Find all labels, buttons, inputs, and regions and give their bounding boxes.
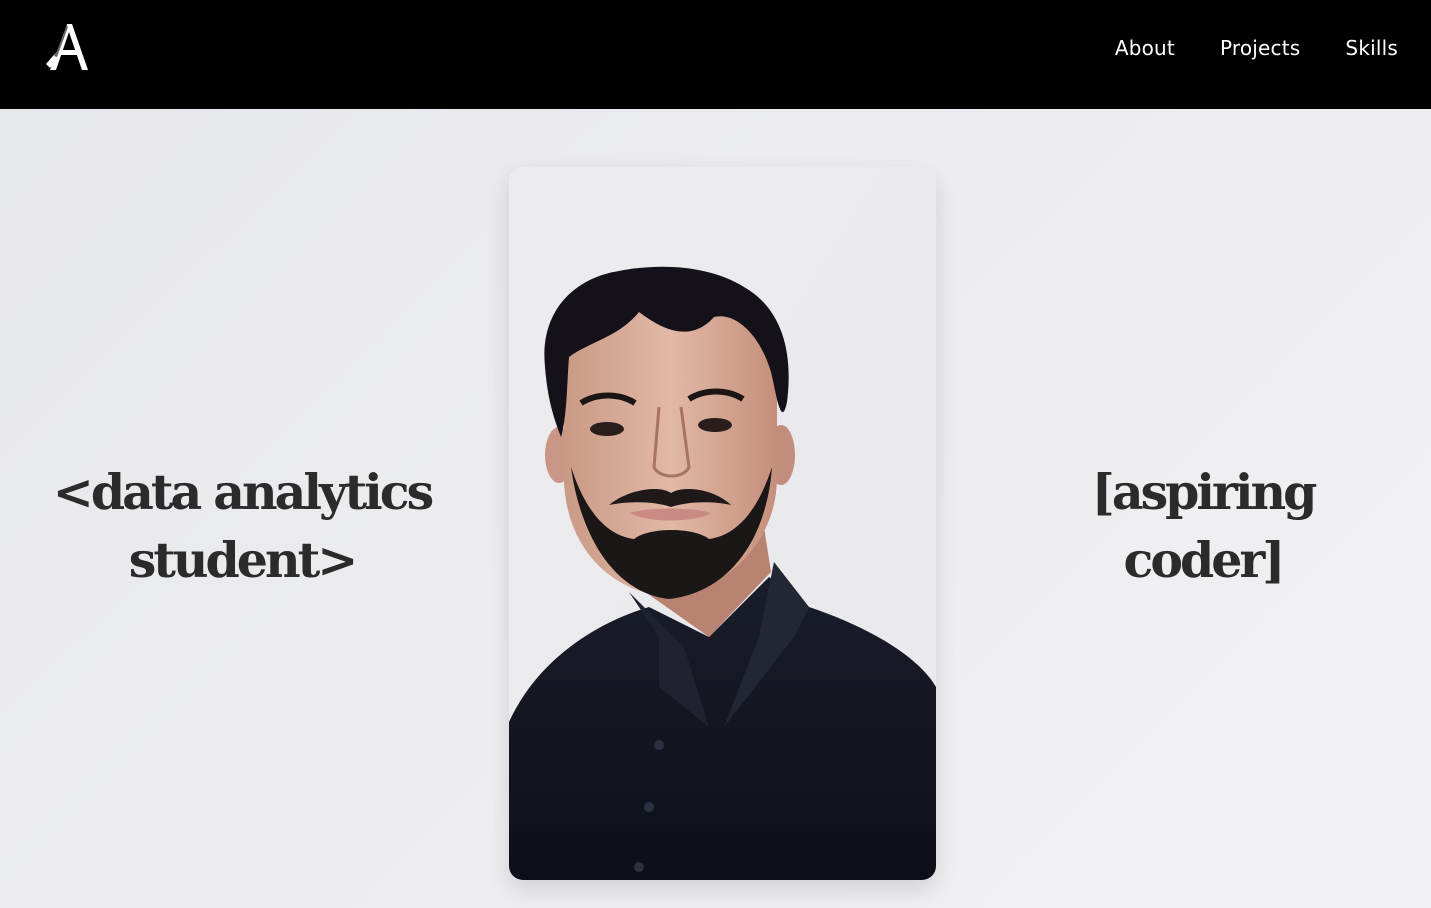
nav-skills-link[interactable]: Skills bbox=[1345, 33, 1398, 63]
left-tagline: <data analytics student> bbox=[30, 458, 454, 594]
portrait-photo bbox=[509, 167, 936, 880]
logo-icon[interactable] bbox=[44, 20, 96, 76]
monogram-a-logo bbox=[46, 24, 88, 70]
left-tagline-line2: student> bbox=[128, 531, 359, 589]
nav-projects-link[interactable]: Projects bbox=[1220, 33, 1300, 63]
portrait-illustration bbox=[509, 167, 936, 880]
right-tagline-line1: [aspiring bbox=[1091, 463, 1318, 521]
top-navbar: About Projects Skills bbox=[0, 0, 1431, 109]
right-tagline-line2: coder] bbox=[1123, 531, 1286, 589]
nav-about-link[interactable]: About bbox=[1115, 33, 1175, 63]
right-tagline: [aspiring coder] bbox=[1040, 458, 1366, 594]
left-tagline-line1: <data analytics bbox=[52, 463, 434, 521]
main-nav: About Projects Skills bbox=[1115, 33, 1398, 63]
